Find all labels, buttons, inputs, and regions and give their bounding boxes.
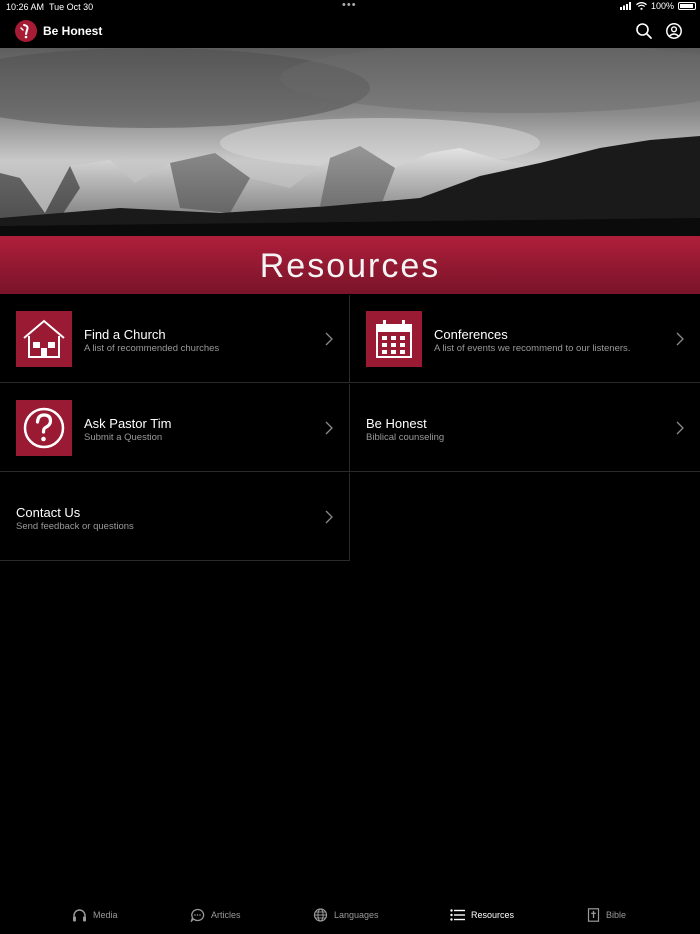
conferences-item[interactable]: Conferences A list of events we recommen… — [350, 295, 700, 383]
app-logo-icon[interactable] — [15, 20, 37, 42]
globe-icon — [313, 908, 328, 922]
question-mark-icon — [16, 400, 72, 456]
bible-icon — [587, 908, 600, 922]
tab-label: Bible — [606, 910, 627, 920]
chevron-right-icon — [325, 510, 333, 524]
app-header: Be Honest — [0, 14, 700, 48]
signal-icon — [619, 2, 631, 10]
tab-languages[interactable]: Languages — [313, 908, 379, 922]
tab-media[interactable]: Media — [72, 908, 118, 922]
page-title: Resources — [259, 246, 441, 285]
tab-articles[interactable]: Articles — [190, 908, 241, 922]
resources-banner: Resources — [0, 236, 700, 294]
item-subtitle: Biblical counseling — [366, 432, 445, 443]
chevron-right-icon — [676, 421, 684, 435]
house-icon — [16, 311, 72, 367]
chat-bubble-icon — [190, 908, 205, 922]
battery-percent: 100% — [650, 1, 674, 11]
item-title: Find a Church — [84, 327, 166, 342]
tab-label: Media — [93, 910, 118, 920]
wifi-icon — [636, 2, 647, 10]
item-subtitle: A list of events we recommend to our lis… — [434, 343, 631, 354]
battery-icon — [678, 2, 696, 10]
tab-label: Articles — [211, 910, 241, 920]
tab-label: Languages — [334, 910, 379, 920]
ask-pastor-item[interactable]: Ask Pastor Tim Submit a Question — [0, 384, 350, 472]
status-indicators: 100% — [619, 1, 696, 11]
headphones-icon — [73, 909, 86, 922]
chevron-right-icon — [325, 332, 333, 346]
find-church-item[interactable]: Find a Church A list of recommended chur… — [0, 295, 350, 383]
status-date: Tue Oct 30 — [49, 2, 94, 12]
item-subtitle: Submit a Question — [84, 432, 163, 443]
calendar-icon — [366, 311, 422, 367]
multitask-dots[interactable]: ••• — [342, 0, 357, 11]
list-icon — [450, 909, 465, 921]
tab-bible[interactable]: Bible — [587, 908, 626, 922]
app-title: Be Honest — [43, 24, 103, 38]
account-icon[interactable] — [665, 22, 683, 40]
item-title: Be Honest — [366, 416, 427, 431]
tab-bar: Media Articles Languages Resources Bible — [0, 900, 700, 934]
be-honest-item[interactable]: Be Honest Biblical counseling — [350, 384, 700, 472]
status-time: 10:26 AM — [6, 2, 45, 12]
item-title: Ask Pastor Tim — [84, 416, 172, 431]
tab-label: Resources — [471, 910, 515, 920]
item-title: Contact Us — [16, 505, 81, 520]
item-subtitle: Send feedback or questions — [16, 521, 134, 532]
item-subtitle: A list of recommended churches — [84, 343, 220, 354]
status-bar: 10:26 AM Tue Oct 30 ••• 100% — [0, 0, 700, 14]
chevron-right-icon — [676, 332, 684, 346]
tab-resources[interactable]: Resources — [450, 908, 514, 922]
contact-us-item[interactable]: Contact Us Send feedback or questions — [0, 473, 350, 561]
chevron-right-icon — [325, 421, 333, 435]
item-title: Conferences — [434, 327, 508, 342]
hero-mountain-image — [0, 48, 700, 236]
search-icon[interactable] — [635, 22, 653, 40]
